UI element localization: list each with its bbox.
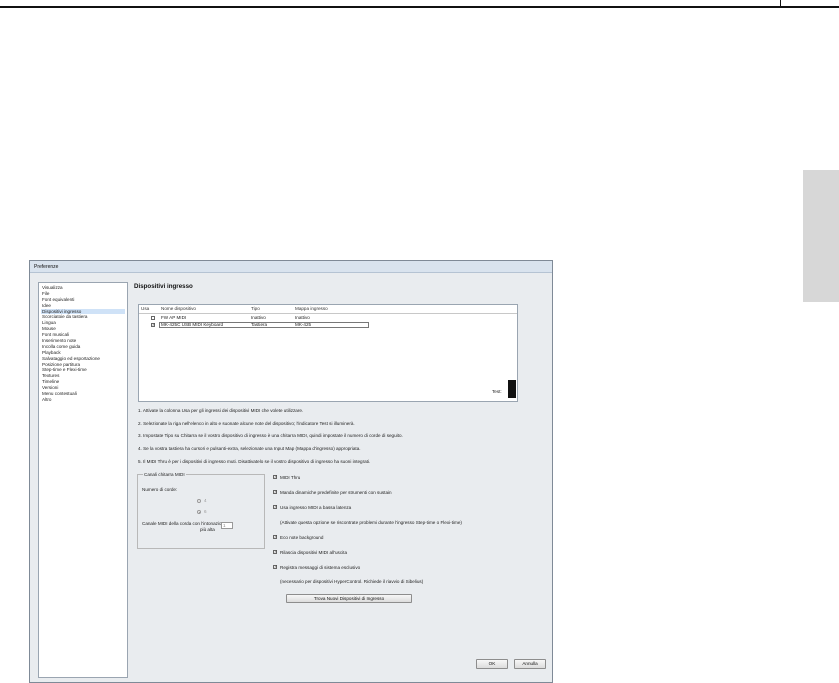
record-sysex-label: Registra messaggi di sistema esclusivo bbox=[280, 564, 361, 570]
strings-4-label: 4 bbox=[204, 498, 207, 503]
echo-background-label: Eco note background bbox=[280, 534, 324, 540]
column-header-input-map[interactable]: Mappa ingresso bbox=[295, 306, 328, 311]
release-devices-checkbox[interactable] bbox=[273, 549, 277, 554]
release-devices-label: Rilascia dispositivi MIDI all'uscita bbox=[280, 549, 347, 555]
dialog-titlebar[interactable]: Preferenze bbox=[30, 261, 552, 273]
echo-background-checkbox[interactable] bbox=[273, 534, 277, 539]
page-corner-mark bbox=[780, 0, 793, 6]
column-header-use[interactable]: Usa bbox=[141, 306, 149, 311]
record-sysex-checkbox[interactable] bbox=[273, 564, 277, 569]
device-input-map[interactable]: Inattivo bbox=[295, 315, 310, 320]
device-name: MK-425C USB MIDI Keyboard bbox=[161, 322, 224, 327]
midi-thru-checkbox[interactable] bbox=[273, 474, 277, 479]
device-use-checkbox[interactable] bbox=[151, 316, 155, 320]
nav-item[interactable]: Altro bbox=[41, 397, 125, 403]
instruction-3: 3. Impostate Tipo su Chitarra se il vost… bbox=[138, 433, 403, 438]
test-label: Test: bbox=[492, 389, 502, 394]
column-header-type[interactable]: Tipo bbox=[251, 306, 260, 311]
column-header-device-name[interactable]: Nome dispositivo bbox=[161, 306, 196, 311]
device-type[interactable]: Inattivo bbox=[251, 315, 266, 320]
ok-button[interactable]: OK bbox=[476, 659, 508, 669]
strings-6-radio[interactable] bbox=[197, 510, 201, 514]
find-new-devices-button[interactable]: Trova Nuovi Dispositivi di Ingresso bbox=[286, 594, 412, 603]
device-input-map[interactable]: MK-425 bbox=[295, 322, 311, 327]
channel-label: Canale MIDI della corda con l'intonazion… bbox=[142, 521, 227, 526]
device-row[interactable]: FW AP MIDI Inattivo Inattivo bbox=[139, 315, 517, 321]
sysex-note: (necessario per dispositivi HyperControl… bbox=[280, 579, 424, 584]
preferences-category-list[interactable]: Visualizza File Font equivalenti Idee Dispos… bbox=[38, 282, 128, 678]
page-side-tab bbox=[803, 170, 839, 302]
midi-guitar-channels-group: Canali chitarra MIDI Numero di corde: 4 … bbox=[137, 472, 265, 549]
instruction-4: 4. Se la vostra tastiera ha cursori e pu… bbox=[138, 446, 361, 451]
dialog-title: Preferenze bbox=[34, 264, 59, 270]
channel-number-input[interactable]: 1 bbox=[221, 522, 233, 529]
panel-title: Dispositivi ingresso bbox=[134, 283, 193, 290]
low-latency-checkbox[interactable] bbox=[273, 504, 277, 509]
group-title: Canali chitarra MIDI bbox=[143, 472, 186, 477]
device-use-checkbox[interactable] bbox=[151, 322, 155, 327]
preferences-dialog: Preferenze Visualizza File Font equivalent… bbox=[29, 260, 553, 683]
device-type[interactable]: Tastiera bbox=[251, 322, 267, 327]
low-latency-label: Usa ingresso MIDI a bassa latenza bbox=[280, 504, 352, 510]
device-row-selected[interactable]: MK-425C USB MIDI Keyboard Tastiera MK-42… bbox=[139, 322, 517, 328]
device-name: FW AP MIDI bbox=[161, 315, 187, 320]
list-header-divider bbox=[139, 313, 517, 314]
default-dynamics-label: Manda dinamiche predefinite per strument… bbox=[280, 489, 392, 495]
test-indicator bbox=[508, 380, 516, 398]
strings-4-radio[interactable] bbox=[197, 499, 201, 503]
strings-6-label: 6 bbox=[204, 509, 207, 514]
instruction-2: 2. Selezionate la riga nell'elenco in al… bbox=[138, 421, 355, 426]
page-top-rule bbox=[0, 6, 839, 8]
channel-label-line2: più alta bbox=[200, 527, 215, 532]
midi-thru-label: MIDI Thru bbox=[280, 474, 301, 480]
cancel-button[interactable]: Annulla bbox=[514, 659, 546, 669]
instruction-5: 5. Il MIDI Thru è per i dispositivi di i… bbox=[138, 459, 371, 464]
low-latency-note: (Attivate questa opzione se riscontrate … bbox=[280, 520, 462, 525]
strings-label: Numero di corde: bbox=[142, 487, 178, 492]
input-devices-list[interactable]: Usa Nome dispositivo Tipo Mappa ingresso… bbox=[138, 304, 518, 402]
default-dynamics-checkbox[interactable] bbox=[273, 489, 277, 494]
instruction-1: 1. Attivate la colonna Usa per gli ingre… bbox=[138, 408, 304, 413]
